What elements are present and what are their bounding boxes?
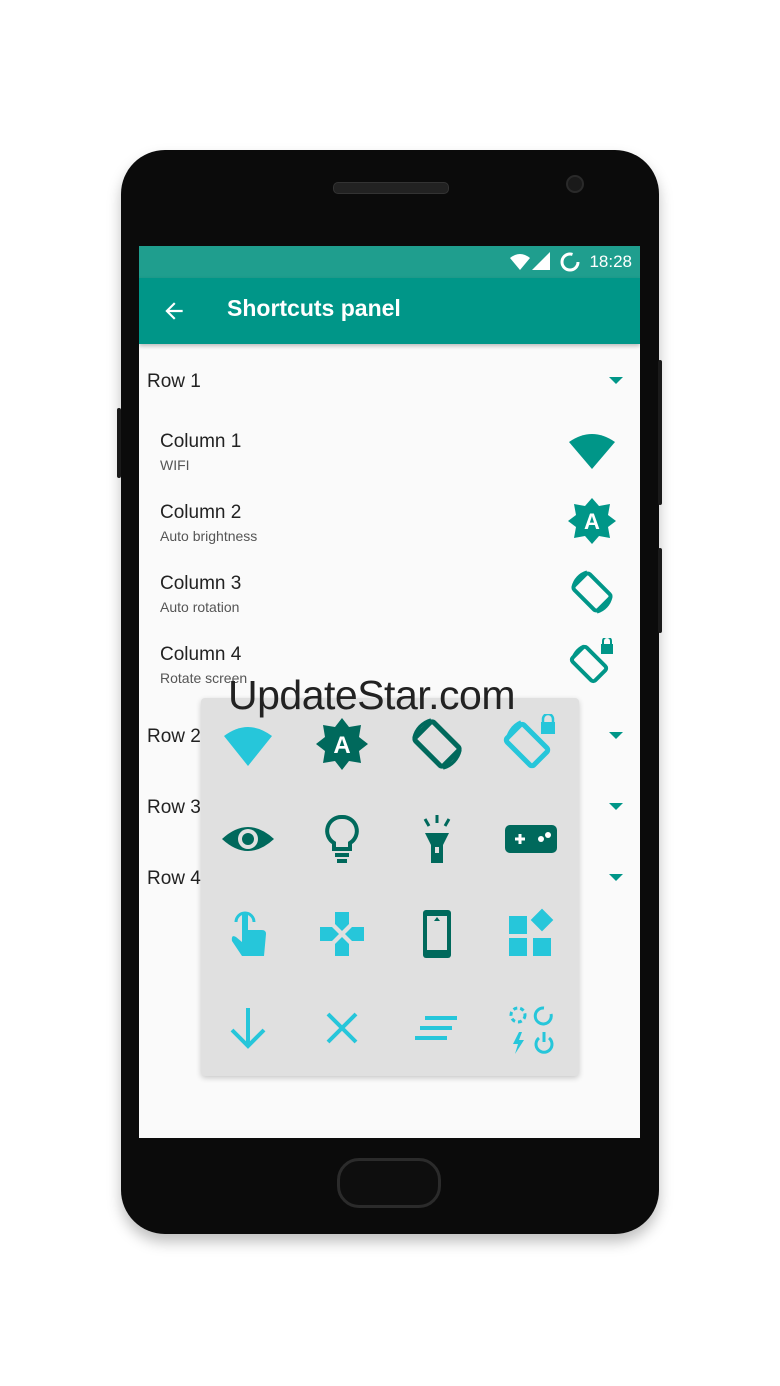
status-time: 18:28 [589,252,632,271]
earpiece-speaker [333,182,449,194]
app-toolbar: Shortcuts panel [139,278,640,344]
phone-screen-icon[interactable] [407,904,467,964]
front-camera [566,175,584,193]
power-button [658,548,662,633]
column-subtitle: Auto rotation [160,599,240,615]
auto-rotation-icon[interactable] [407,714,467,774]
column-title: Column 2 [160,502,242,523]
watermark-text: UpdateStar.com [228,672,516,718]
row-label: Row 4 [147,868,201,889]
dpad-icon[interactable] [312,904,372,964]
svg-text:A: A [584,509,600,534]
auto-rotation-icon [571,570,613,614]
svg-text:A: A [333,732,350,759]
auto-brightness-icon: A [568,498,616,544]
close-icon[interactable] [312,998,372,1058]
home-button[interactable] [337,1158,441,1208]
column-subtitle: Auto brightness [160,528,258,544]
widgets-icon[interactable] [501,904,561,964]
row-label: Row 1 [147,371,201,392]
column-title: Column 4 [160,644,242,665]
column-title: Column 1 [160,431,242,452]
wifi-icon[interactable] [218,714,278,774]
chevron-down-icon [609,377,623,384]
cell-signal-icon [532,252,550,270]
column-title: Column 3 [160,573,242,594]
arrow-down-icon[interactable] [218,998,278,1058]
column-subtitle: WIFI [160,457,190,473]
status-bar: 18:28 [139,246,640,278]
row-label: Row 2 [147,726,201,747]
auto-brightness-icon[interactable]: A [312,714,372,774]
eye-icon[interactable] [218,809,278,869]
lightbulb-icon[interactable] [312,809,372,869]
gamepad-icon[interactable] [501,809,561,869]
row-label: Row 3 [147,797,201,818]
chevron-down-icon [609,732,623,739]
chevron-down-icon [609,803,623,810]
touch-icon[interactable] [218,904,278,964]
arrow-back-icon[interactable] [161,298,187,324]
power-actions-icon[interactable] [501,998,561,1058]
rotate-lock-icon[interactable] [501,714,561,774]
flashlight-icon[interactable] [407,809,467,869]
rotate-lock-icon [569,638,613,684]
icon-grid-overlay: A [201,698,579,1076]
wifi-signal-icon [510,254,530,270]
wifi-icon [569,434,615,469]
sync-spinner-icon [560,252,580,272]
chevron-down-icon [609,874,623,881]
page-title: Shortcuts panel [227,295,401,321]
side-slider [658,360,662,505]
volume-button [117,408,121,478]
lines-icon[interactable] [407,998,467,1058]
